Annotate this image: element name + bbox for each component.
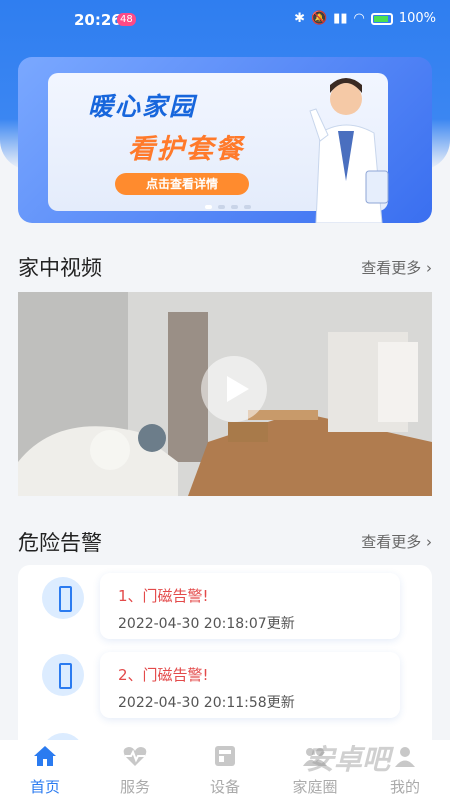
doctor-illustration [309,78,389,223]
tab-device-label: 设备 [209,777,240,796]
alarm-list: 1、门磁告警! 2022-04-30 20:18:07更新 2、门磁告警! 20… [18,565,432,755]
tab-service-label: 服务 [119,777,150,796]
tab-family-label: 家庭圈 [292,777,338,796]
user-icon [395,746,415,767]
alarm-card[interactable]: 2、门磁告警! 2022-04-30 20:11:58更新 [100,652,400,718]
alarm-title: 2、门磁告警! [118,666,209,684]
promo-banner[interactable]: 暖心家园 看护套餐 点击查看详情 [18,57,432,223]
play-icon[interactable] [201,356,267,422]
alarm-time: 2022-04-30 20:18:07更新 [118,616,295,632]
tab-service[interactable]: 服务 [95,744,175,797]
device-icon [215,745,235,766]
banner-pager [205,205,251,209]
status-badge: 48 [117,13,136,26]
pager-dot [205,205,212,209]
pager-dot [231,205,238,209]
battery-level: 100% [398,11,436,26]
banner-title: 暖心家园 [88,92,197,121]
list-item[interactable]: 1、门磁告警! 2022-04-30 20:18:07更新 [18,569,432,644]
video-section-title: 家中视频 [18,256,102,280]
door-sensor-icon [42,577,84,619]
video-more-link[interactable]: 查看更多 › [361,257,432,278]
list-item[interactable]: 2、门磁告警! 2022-04-30 20:11:58更新 [18,648,432,723]
status-bar: 20:26 48 ✱ 🔕 ▮▮ ◠ 100% [0,0,450,42]
alarm-title: 1、门磁告警! [118,587,209,605]
pager-dot [218,205,225,209]
tab-device[interactable]: 设备 [185,744,265,797]
tab-mine-label: 我的 [389,777,420,796]
tab-home[interactable]: 首页 [5,744,85,797]
chevron-right-icon: › [421,533,432,551]
alarm-more-link[interactable]: 查看更多 › [361,531,432,552]
heart-pulse-icon [123,746,147,766]
status-time: 20:26 [74,11,122,29]
watermark: 安卓吧 [306,743,391,776]
alarm-time: 2022-04-30 20:11:58更新 [118,695,295,711]
status-icons: ✱ 🔕 ▮▮ ◠ 100% [294,11,436,26]
home-video-player[interactable] [18,292,432,496]
signal-icon: ▮▮ [333,11,348,26]
wifi-icon: ◠ [353,11,365,26]
battery-icon [370,12,393,25]
video-more-label: 查看更多 [361,259,422,277]
home-icon [34,745,56,766]
door-sensor-icon [42,654,84,696]
chevron-right-icon: › [421,259,432,277]
mute-icon: 🔕 [310,11,328,26]
alarm-card[interactable]: 1、门磁告警! 2022-04-30 20:18:07更新 [100,573,400,639]
alarm-more-label: 查看更多 [361,533,422,551]
bluetooth-icon: ✱ [294,11,305,26]
alarm-section-title: 危险告警 [18,531,102,555]
tab-home-label: 首页 [29,777,60,796]
pager-dot [244,205,251,209]
banner-subtitle: 看护套餐 [128,134,244,165]
banner-details-button[interactable]: 点击查看详情 [115,173,249,195]
